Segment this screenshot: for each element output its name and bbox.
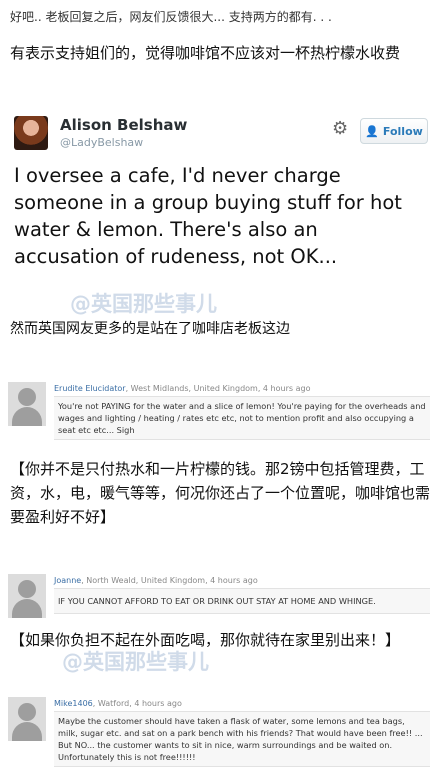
follow-button-label: Follow <box>382 124 423 138</box>
comment-username[interactable]: Erudite Elucidator <box>54 384 126 393</box>
comment-meta: , Watford, 4 hours ago <box>92 699 182 708</box>
tweet-card: Alison Belshaw @LadyBelshaw ⚙ 👤 Follow I… <box>0 104 440 304</box>
comment-username[interactable]: Mike1406 <box>54 699 93 708</box>
avatar[interactable] <box>8 697 46 741</box>
tweet-author-handle[interactable]: @LadyBelshaw <box>60 136 143 149</box>
add-user-icon: 👤 <box>365 124 379 138</box>
comment: Erudite Elucidator, West Midlands, Unite… <box>8 382 432 444</box>
avatar[interactable] <box>8 574 46 618</box>
avatar[interactable] <box>8 382 46 426</box>
comment-meta: , West Midlands, United Kingdom, 4 hours… <box>125 384 311 393</box>
comment-text: You're not PAYING for the water and a sl… <box>54 396 430 440</box>
comment: Mike1406, Watford, 4 hours ago Maybe the… <box>8 697 432 767</box>
gear-icon[interactable]: ⚙ <box>332 118 348 139</box>
comment-text: Maybe the customer should have taken a f… <box>54 711 430 767</box>
comment-header: Erudite Elucidator, West Midlands, Unite… <box>54 384 310 393</box>
intro-line-2: 有表示支持姐们的，觉得咖啡馆不应该对一杯热柠檬水收费 <box>10 44 401 62</box>
comment-header: Joanne, North Weald, United Kingdom, 4 h… <box>54 576 258 585</box>
tweet-avatar[interactable] <box>14 116 48 150</box>
tweet-author-name[interactable]: Alison Belshaw <box>60 116 187 134</box>
tweet-text: I oversee a cafe, I'd never charge someo… <box>14 164 402 268</box>
watermark: @英国那些事儿 <box>62 650 209 674</box>
follow-button[interactable]: 👤 Follow <box>360 118 428 144</box>
comment-header: Mike1406, Watford, 4 hours ago <box>54 699 182 708</box>
caption: 然而英国网友更多的是站在了咖啡店老板这边 <box>10 321 290 337</box>
translation: 【你并不是只付热水和一片柠檬的钱。那2镑中包括管理费，工资，水，电，暖气等等，何… <box>10 460 431 526</box>
watermark: @英国那些事儿 <box>70 292 217 316</box>
comment-meta: , North Weald, United Kingdom, 4 hours a… <box>81 576 258 585</box>
comment: Joanne, North Weald, United Kingdom, 4 h… <box>8 574 432 618</box>
intro-line-1: 好吧.. 老板回复之后，网友们反馈很大... 支持两方的都有. . . <box>10 10 332 24</box>
comment-username[interactable]: Joanne <box>54 576 81 585</box>
comment-text: IF YOU CANNOT AFFORD TO EAT OR DRINK OUT… <box>54 588 430 614</box>
